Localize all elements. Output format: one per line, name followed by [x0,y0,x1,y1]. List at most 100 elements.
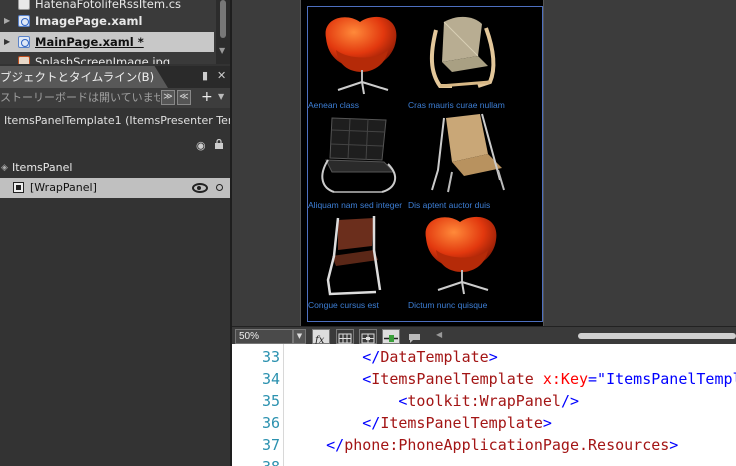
storyboard-status: ストーリーボードは開いていません [0,91,160,104]
code-token: ItemsPanelTemplate [380,414,543,432]
grid-toggle-button[interactable] [336,329,354,344]
scroll-left-icon[interactable]: ◀ [436,330,442,339]
code-line[interactable]: 34 <ItemsPanelTemplate x:Key="ItemsPanel… [232,368,736,390]
code-token: toolkit:WrapPanel [407,392,561,410]
annotations-button[interactable] [406,329,424,344]
effects-toggle-button[interactable]: fx [312,329,330,346]
brown-cantilever-chair-image [326,216,382,296]
chevron-down-icon[interactable]: ▼ [218,92,224,101]
panel-element-icon [13,182,24,193]
design-toolbar: 50% ▼ fx ◀ [232,326,736,346]
expand-arrow-icon[interactable]: ▶ [4,11,10,31]
gallery-item-caption: Dis aptent auctor duis [408,200,491,210]
code-token: x:Key [542,370,589,388]
scroll-thumb[interactable] [220,0,226,38]
code-token: > [488,348,498,366]
gallery-item[interactable]: Aliquam nam sed integer [308,110,418,210]
file-row-image-page[interactable]: ▶ ImagePage.xaml [0,11,214,31]
code-token: phone:PhoneApplicationPage.Resources [344,436,670,454]
line-number: 38 [232,456,280,466]
add-storyboard-icon[interactable]: + [201,89,213,105]
snap-grid-button[interactable] [359,329,377,344]
collapse-up-icon[interactable]: ≪ [177,90,191,105]
code-text: </phone:PhoneApplicationPage.Resources> [290,434,678,456]
line-number: 35 [261,392,280,410]
image-file-icon [18,56,30,64]
gallery-item-caption: Aliquam nam sed integer [308,200,403,210]
close-icon[interactable]: ✕ [217,69,226,82]
collapse-down-icon[interactable]: ≫ [161,90,175,105]
gallery-item[interactable]: Cras mauris curae nullam [408,10,518,110]
csharp-file-icon [18,0,30,10]
code-token: </ [362,348,381,366]
xaml-file-icon [18,36,30,48]
orange-swan-chair-image [425,216,497,295]
code-token: ItemsPanelTemplate1 [606,370,736,388]
left-panel: HatenaFotolifeRssItem.cs ▶ ImagePage.xam… [0,0,230,466]
tree-scrollbar[interactable]: ▼ [216,0,230,64]
orange-swan-chair-image [325,16,397,95]
file-row-splash-image[interactable]: SplashScreenImage.jpg [0,52,214,64]
tan-sling-chair-image [431,113,505,193]
snap-snaplines-button[interactable] [382,329,400,344]
lock-toggle-icon[interactable] [216,184,223,191]
code-token: < [362,370,372,388]
gallery-item[interactable]: Dis aptent auctor duis [408,110,518,210]
code-token: /> [560,392,579,410]
file-name: MainPage.xaml * [35,35,144,49]
code-token: =" [588,370,607,388]
line-number: 36 [261,414,280,432]
gallery-item[interactable]: Dictum nunc quisque [408,210,518,310]
gallery-item[interactable]: Congue cursus est [308,210,418,310]
code-token: > [542,414,552,432]
tree-node-icon: ◈ [1,163,8,173]
woven-lounge-chair-image [429,16,496,88]
code-token: > [669,436,679,454]
xaml-code-editor[interactable]: 33 </DataTemplate> 34 <ItemsPanelTemplate… [232,344,736,466]
visibility-eye-icon[interactable] [192,183,208,193]
line-number: 37 [261,436,280,454]
tree-item-wrap-panel[interactable]: [WrapPanel] [0,178,230,198]
tree-item-items-panel[interactable]: ◈ ItemsPanel [0,158,230,178]
line-number: 33 [261,348,280,366]
zoom-input[interactable]: 50% [235,329,293,344]
black-leather-chair-image [321,117,397,193]
pin-icon[interactable]: ▮ [202,69,208,82]
lock-icon[interactable] [214,139,224,149]
horizontal-scrollbar-thumb[interactable] [578,333,736,339]
project-file-tree: HatenaFotolifeRssItem.cs ▶ ImagePage.xam… [0,0,230,64]
line-number: 34 [261,370,280,388]
code-line[interactable]: 38 [232,456,736,466]
code-token: ItemsPanelTemplate [371,370,534,388]
template-scope-label: ItemsPanelTemplate1 (ItemsPresenter Temp… [4,114,230,127]
gallery-item-caption: Dictum nunc quisque [408,300,488,310]
expand-arrow-icon[interactable]: ▶ [4,32,10,52]
file-row-main-page[interactable]: ▶ MainPage.xaml * [0,32,214,52]
gallery-item-caption: Aenean class [308,100,360,110]
gallery-item[interactable]: Aenean class [308,10,418,110]
file-name: ImagePage.xaml [35,14,143,28]
code-text: <toolkit:WrapPanel/> [290,390,579,412]
eye-icon[interactable]: ◉ [196,139,206,152]
code-line[interactable]: 33 </DataTemplate> [232,346,736,368]
code-token: </ [326,436,345,454]
zoom-dropdown-icon[interactable]: ▼ [293,329,306,344]
storyboard-bar: ストーリーボードは開いていません ≫ ≪ + ▼ [0,88,230,108]
code-line[interactable]: 35 <toolkit:WrapPanel/> [232,390,736,412]
code-text: </DataTemplate> [290,346,498,368]
code-line[interactable]: 37 </phone:PhoneApplicationPage.Resource… [232,434,736,456]
design-surface[interactable]: Aenean class Cras mauris curae nullam Al… [232,0,736,326]
xaml-file-icon [18,15,30,27]
code-text: <ItemsPanelTemplate x:Key="ItemsPanelTem… [290,368,736,390]
file-name: SplashScreenImage.jpg [35,55,171,64]
code-line[interactable]: 36 </ItemsPanelTemplate> [232,412,736,434]
code-text: </ItemsPanelTemplate> [290,412,552,434]
objects-timeline-header: ブジェクトとタイムライン(B) ▮ ✕ [0,66,230,88]
code-token: DataTemplate [380,348,489,366]
code-token: </ [362,414,381,432]
scroll-down-icon[interactable]: ▼ [219,46,225,55]
panel-title[interactable]: ブジェクトとタイムライン(B) [0,66,168,88]
tree-item-label: ItemsPanel [12,161,73,174]
gallery-item-caption: Congue cursus est [308,300,379,310]
